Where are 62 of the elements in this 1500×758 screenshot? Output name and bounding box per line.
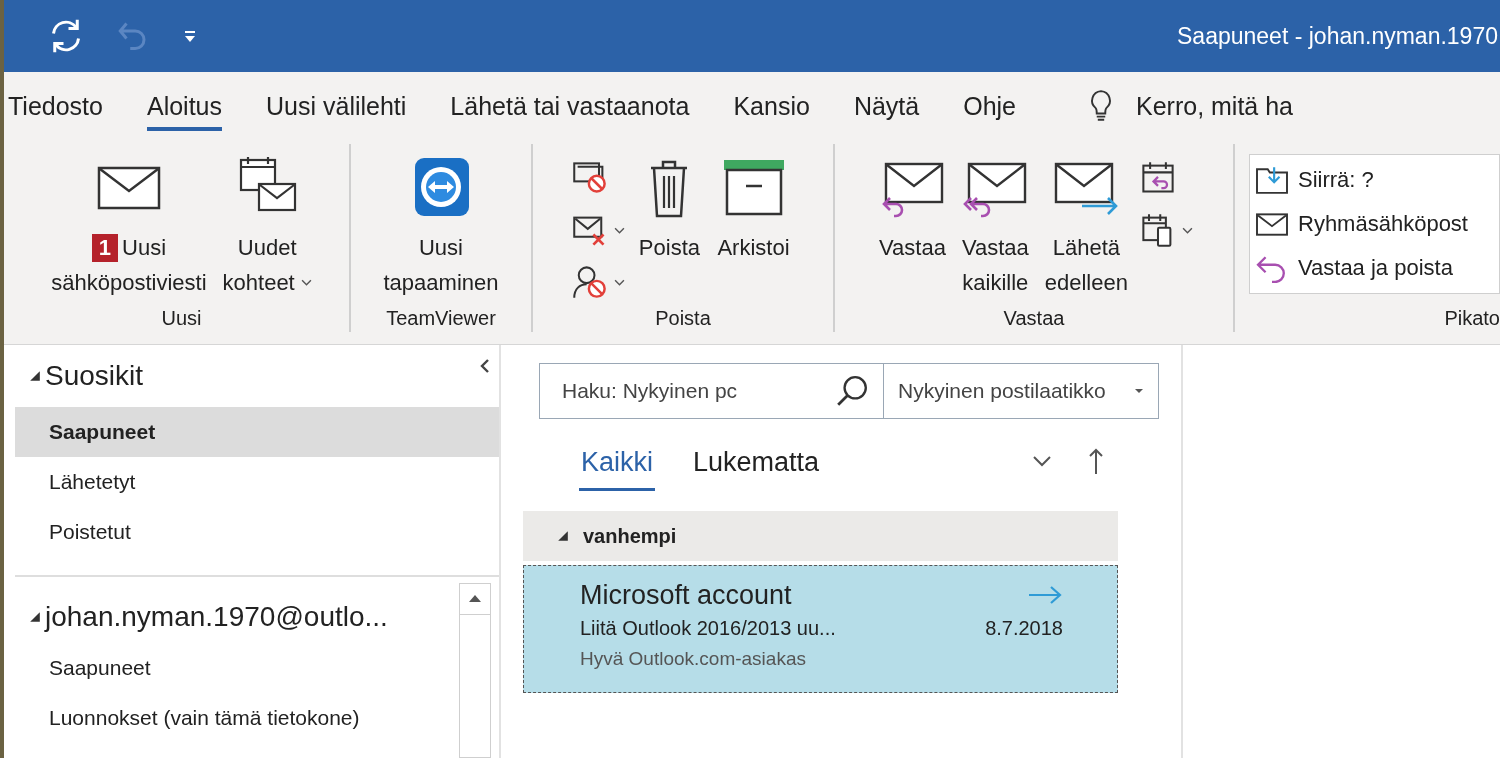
collapse-chevron-icon[interactable] — [479, 357, 491, 375]
calendar-reply-icon — [1139, 160, 1176, 196]
caret-icon — [300, 279, 312, 286]
message-date: 8.7.2018 — [985, 616, 1063, 640]
ribbon-button[interactable]: Vastaa kaikille — [957, 154, 1033, 302]
notification-badge: 1 — [91, 233, 118, 262]
dropdown-arrow-icon — [1134, 388, 1144, 394]
ribbon-tab[interactable]: Uusi välilehti — [266, 85, 407, 131]
ribbon-group-label: Poista — [655, 307, 711, 331]
expand-triangle-icon — [29, 370, 41, 382]
ribbon-tab[interactable]: Näytä — [853, 85, 920, 131]
ribbon-button[interactable]: Poista — [633, 154, 706, 267]
message-item[interactable]: Microsoft account Liitä Outlook 2016/2013 uu... 8.7.2018 Hyvä Outlook.com-asiakas — [523, 565, 1118, 693]
person-block-icon — [572, 264, 609, 300]
caret-icon — [614, 226, 626, 234]
folder-item[interactable]: Saapuneet — [15, 407, 499, 457]
sort-arrow-up-icon[interactable] — [1088, 447, 1104, 475]
ribbon-button[interactable]: Arkistoi — [713, 154, 794, 267]
folder-item[interactable]: Luonnokset (vain tämä tietokone) — [15, 693, 455, 743]
filter-tab[interactable]: Lukematta — [691, 437, 822, 491]
folder-section-header[interactable]: johan.nyman.1970@outlo... — [15, 601, 388, 633]
ribbon-tab[interactable]: Aloitus — [146, 85, 222, 131]
quick-step-item[interactable]: Siirrä: ? — [1254, 159, 1499, 201]
window-title: Saapuneet - johan.nyman.1970 — [1177, 22, 1499, 50]
envelope-block-icon — [572, 160, 609, 196]
folder-section-header[interactable]: Suosikit — [15, 360, 144, 392]
ribbon-group-label: Vastaa — [1003, 307, 1065, 331]
caret-icon — [614, 278, 626, 286]
ribbon-button[interactable]: Uudet kohteet — [218, 154, 316, 302]
expand-triangle-icon — [557, 530, 569, 542]
folder-item[interactable]: Lähetetyt — [15, 457, 499, 507]
ribbon-button[interactable]: Vastaa — [875, 154, 950, 267]
filter-tab[interactable]: Kaikki — [579, 437, 656, 491]
tell-me-button[interactable]: Kerro, mitä ha — [1088, 89, 1294, 123]
folder-item[interactable]: Poistetut — [15, 507, 499, 557]
customize-menu-icon[interactable] — [182, 28, 198, 44]
sender-name: Microsoft account — [580, 579, 792, 612]
scope-dropdown[interactable]: Nykyinen postilaatikko — [884, 364, 1158, 418]
ribbon-group-label: Uusi — [161, 307, 202, 331]
ribbon-tab[interactable]: Lähetä tai vastaanota — [450, 85, 690, 131]
caret-icon — [1181, 226, 1193, 234]
folder-item[interactable]: Saapuneet — [15, 643, 455, 693]
ribbon-group-label: Pikato — [1443, 307, 1500, 331]
message-preview: Hyvä Outlook.com-asiakas — [580, 647, 807, 671]
ribbon-tab[interactable]: Ohje — [963, 85, 1016, 131]
ribbon-tab[interactable]: Kansio — [733, 85, 810, 131]
search-icon — [835, 374, 869, 408]
folder-arrow-icon — [1254, 165, 1290, 195]
message-group-header[interactable]: vanhempi — [523, 511, 1118, 561]
ribbon-button[interactable]: Uusi tapaaminen — [379, 154, 503, 302]
ribbon-group-label: TeamViewer — [386, 307, 496, 331]
search-field[interactable]: Haku: Nykyinen pc — [540, 378, 835, 404]
lightbulb-icon — [1088, 89, 1114, 123]
chevron-down-icon[interactable] — [1032, 455, 1052, 467]
ribbon-button[interactable]: 1 Uusi sähköpostiviesti — [47, 154, 211, 302]
ribbon-button[interactable]: Lähetä edelleen — [1040, 154, 1132, 302]
quick-step-item[interactable]: Vastaa ja poista — [1254, 247, 1499, 289]
scrollbar[interactable] — [459, 583, 491, 758]
expand-triangle-icon — [29, 611, 41, 623]
message-subject: Liitä Outlook 2016/2013 uu... — [580, 616, 836, 641]
ribbon-tab[interactable]: Tiedosto — [8, 85, 103, 131]
quick-step-item[interactable]: Ryhmäsähköpost — [1254, 203, 1499, 245]
